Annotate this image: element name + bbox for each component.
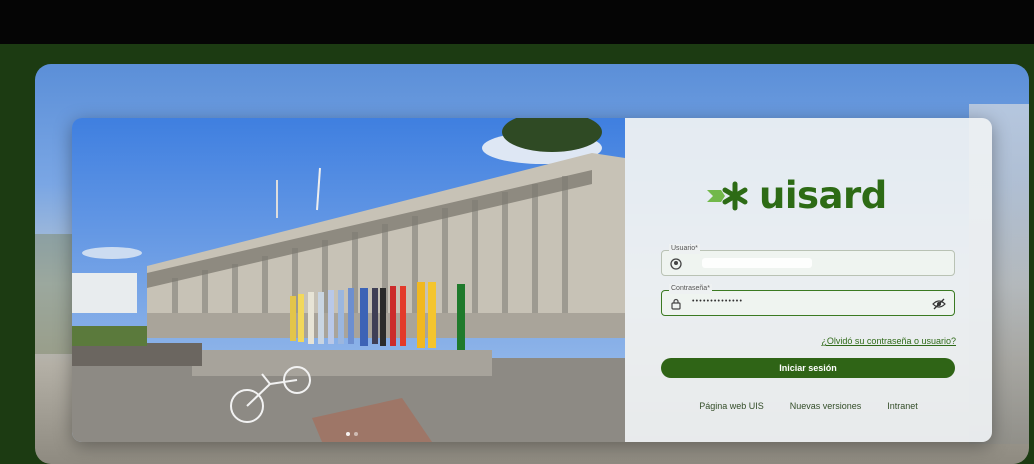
brand-logo: uisard <box>705 174 887 218</box>
footer-link-intranet[interactable]: Intranet <box>887 401 918 411</box>
footer-link-uis-website[interactable]: Página web UIS <box>699 401 764 411</box>
username-field[interactable]: Usuario* <box>661 244 955 276</box>
user-circle-icon <box>670 257 682 275</box>
campus-building-photo <box>72 118 625 442</box>
footer-links: Página web UIS Nuevas versiones Intranet <box>625 401 992 411</box>
brand-name: uisard <box>759 174 887 217</box>
password-field[interactable]: Contraseña* •••••••••••••• <box>661 284 955 316</box>
asterisk-arrow-logo-icon <box>707 181 748 211</box>
top-black-bar <box>0 0 1034 44</box>
password-value: •••••••••••••• <box>692 298 744 305</box>
login-button[interactable]: Iniciar sesión <box>661 358 955 378</box>
login-card: uisard Usuario* Contraseña* ••••••••••••… <box>72 118 992 442</box>
username-redaction <box>702 258 812 268</box>
username-label: Usuario* <box>669 244 700 254</box>
lock-icon <box>670 297 682 315</box>
password-label: Contraseña* <box>669 284 712 294</box>
eye-slash-icon[interactable] <box>932 297 946 315</box>
login-form-panel: uisard Usuario* Contraseña* ••••••••••••… <box>625 118 992 442</box>
footer-link-new-versions[interactable]: Nuevas versiones <box>790 401 862 411</box>
forgot-password-link[interactable]: ¿Olvidó su contraseña o usuario? <box>821 336 956 346</box>
